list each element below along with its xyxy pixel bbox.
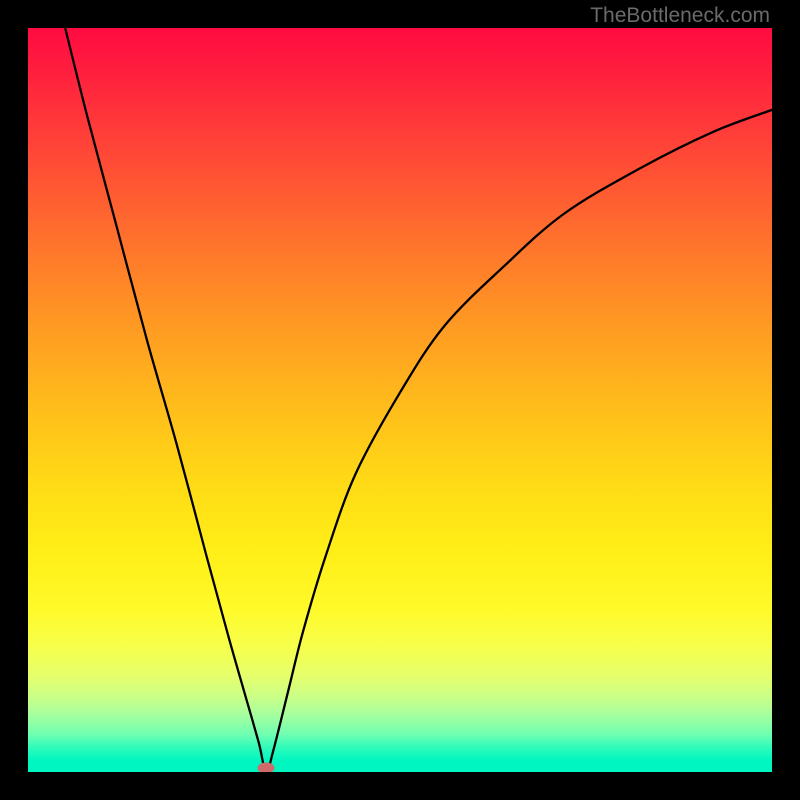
watermark-text: TheBottleneck.com	[590, 4, 770, 28]
optimum-marker	[258, 763, 275, 773]
curve-layer	[28, 28, 772, 772]
chart-frame: TheBottleneck.com	[0, 0, 800, 800]
plot-area	[28, 28, 772, 772]
bottleneck-curve	[65, 28, 772, 772]
